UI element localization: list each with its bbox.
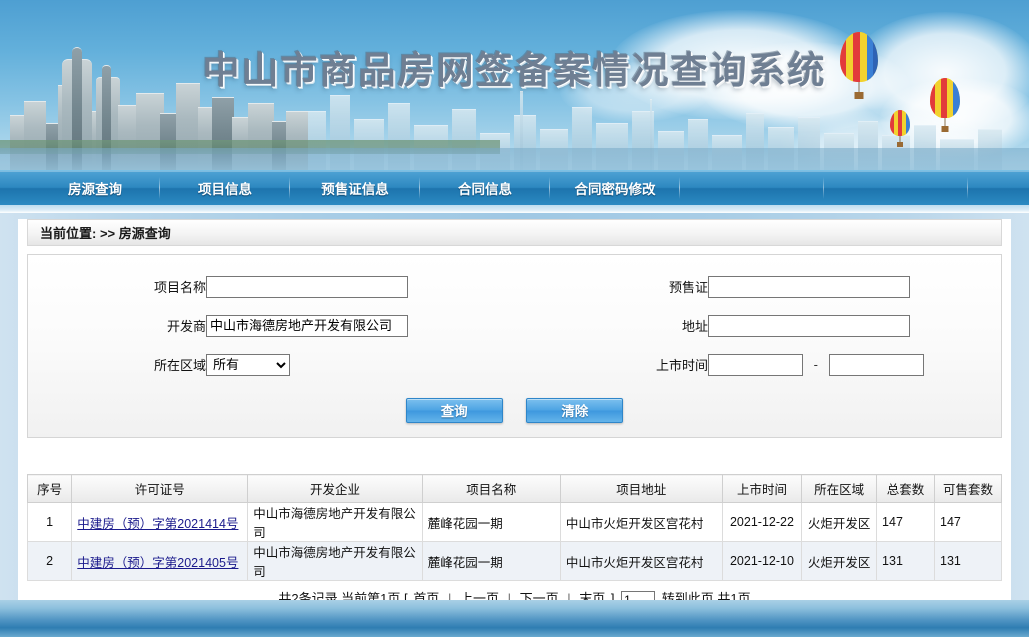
hot-air-balloon-icon [930,78,960,132]
license-link[interactable]: 中建房（预）字第2021405号 [77,556,238,570]
column-header-address: 项目地址 [559,474,723,503]
column-header-list-time: 上市时间 [721,474,803,503]
table-row: 2 中建房（预）字第2021405号 中山市海德房地产开发有限公司 麓峰花园一期… [26,541,1002,581]
cell-seq: 2 [26,541,73,581]
site-banner: 中山市商品房网签备案情况查询系统 [0,0,1029,170]
results-table: 序号 许可证号 开发企业 项目名称 项目地址 上市时间 所在区域 总套数 可售套… [26,474,1002,581]
project-name-input[interactable] [206,275,408,298]
form-row-region-time: 所在区域 所有 上市时间 - [28,345,1001,384]
field-list-time-cell: - [708,345,1001,384]
cell-total: 131 [876,541,936,581]
address-input[interactable] [708,314,910,337]
label-developer: 开发商 [166,319,206,334]
column-header-seq: 序号 [26,474,73,503]
form-row-name-cert: 项目名称 预售证 [28,267,1001,306]
cell-developer: 中山市海德房地产开发有限公司 [247,541,423,581]
nav-item-project-info[interactable]: 项目信息 [160,171,290,205]
column-header-total: 总套数 [876,474,936,503]
query-button[interactable]: 查询 [405,398,503,423]
hot-air-balloon-icon [840,32,878,99]
nav-underline-gradient [0,205,1029,213]
cell-region: 火炬开发区 [801,541,878,581]
label-project-name: 项目名称 [153,280,206,295]
developer-input[interactable] [206,314,408,337]
search-form: 项目名称 预售证 开发商 地址 [28,267,1001,384]
cell-available: 131 [934,541,1002,581]
column-header-license: 许可证号 [71,474,249,503]
cell-address: 中山市火炬开发区宫花村 [559,541,723,581]
region-select[interactable]: 所有 [206,353,290,376]
label-address: 地址 [681,319,708,334]
cell-project: 麓峰花园一期 [421,502,561,542]
results-table-head: 序号 许可证号 开发企业 项目名称 项目地址 上市时间 所在区域 总套数 可售套… [26,474,1002,503]
search-button-row: 查询 清除 [28,384,1001,423]
column-header-available: 可售套数 [934,474,1002,503]
nav-label: 预售证信息 [321,182,389,197]
cell-developer: 中山市海德房地产开发有限公司 [247,502,423,542]
column-header-developer: 开发企业 [247,474,423,503]
hot-air-balloon-icon [890,110,910,147]
cell-list-time: 2021-12-22 [721,502,803,542]
label-region: 所在区域 [153,358,206,373]
main-navigation: 房源查询 项目信息 预售证信息 合同信息 合同密码修改 [0,170,1029,205]
nav-label: 房源查询 [68,182,122,197]
search-panel: 项目名称 预售证 开发商 地址 [27,254,1002,438]
table-header-row: 序号 许可证号 开发企业 项目名称 项目地址 上市时间 所在区域 总套数 可售套… [26,474,1002,503]
clear-button[interactable]: 清除 [526,398,624,423]
nav-label: 项目信息 [198,182,252,197]
cell-address: 中山市火炬开发区宫花村 [559,502,723,542]
nav-item-contract-info[interactable]: 合同信息 [420,171,550,205]
label-list-time: 上市时间 [655,358,708,373]
column-header-region: 所在区域 [801,474,878,503]
cell-project: 麓峰花园一期 [421,541,561,581]
nav-label: 合同密码修改 [574,182,656,197]
cell-total: 147 [876,502,936,542]
nav-item-contract-password-change[interactable]: 合同密码修改 [550,171,680,205]
cell-license: 中建房（预）字第2021405号 [71,541,249,581]
content-container: 当前位置: >> 房源查询 项目名称 预售证 开发商 中山市海德房地产开发有限公… [18,219,1011,622]
cell-license: 中建房（预）字第2021414号 [71,502,249,542]
cell-available: 147 [934,502,1002,542]
application-page: 中山市商品房网签备案情况查询系统 房源查询 项目信息 预售证信息 合同信息 合同… [0,0,1029,637]
cell-seq: 1 [26,502,73,542]
presale-cert-input[interactable] [708,275,910,298]
column-header-project: 项目名称 [421,474,561,503]
field-project-name-cell [206,267,524,306]
label-presale-cert: 预售证 [668,280,708,295]
cell-region: 火炬开发区 [801,502,878,542]
water-reflection [0,148,1029,170]
date-range-separator: - [813,356,818,372]
license-link[interactable]: 中建房（预）字第2021414号 [77,517,238,531]
nav-item-housing-query[interactable]: 房源查询 [30,171,160,205]
cell-list-time: 2021-12-10 [721,541,803,581]
nav-empty-slot [680,171,824,205]
list-time-to-input[interactable] [828,353,924,376]
breadcrumb: 当前位置: >> 房源查询 [27,219,1002,246]
field-developer-cell [206,306,524,345]
nav-empty-slot [824,171,968,205]
field-presale-cert-cell [708,267,1001,306]
nav-label: 合同信息 [458,182,512,197]
results-table-body: 1 中建房（预）字第2021414号 中山市海德房地产开发有限公司 麓峰花园一期… [26,502,1002,581]
form-row-developer-address: 开发商 地址 [28,306,1001,345]
footer-strip [0,600,1029,637]
table-row: 1 中建房（预）字第2021414号 中山市海德房地产开发有限公司 麓峰花园一期… [26,502,1002,542]
results-section: 序号 许可证号 开发企业 项目名称 项目地址 上市时间 所在区域 总套数 可售套… [26,474,1002,614]
field-address-cell [708,306,1001,345]
nav-item-presale-cert-info[interactable]: 预售证信息 [290,171,420,205]
list-time-from-input[interactable] [708,353,803,376]
field-region-cell: 所有 [206,345,524,384]
